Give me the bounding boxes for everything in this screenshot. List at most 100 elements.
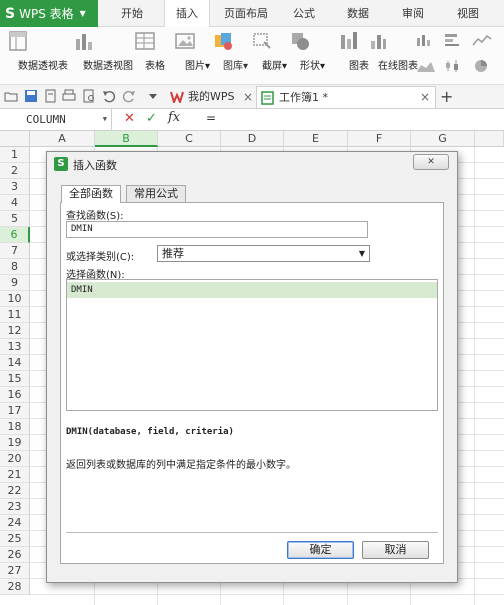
app-menu-button[interactable]: S WPS 表格 ▼ <box>0 0 98 27</box>
insert-function-icon[interactable]: fx <box>168 110 180 125</box>
table-button[interactable]: 表格 <box>133 29 165 72</box>
name-box[interactable]: COLUMN ▼ <box>0 109 112 130</box>
dialog-title-bar[interactable]: S 插入函数 ✕ <box>47 152 457 176</box>
open-folder-icon[interactable] <box>4 89 18 103</box>
wps-logo: S <box>5 5 16 22</box>
menu-tab-data[interactable]: 数据 <box>338 0 378 27</box>
column-header-d[interactable]: D <box>221 131 284 147</box>
row-header[interactable]: 16 <box>0 387 30 403</box>
cancel-button[interactable]: 取消 <box>362 541 429 559</box>
row-header[interactable]: 3 <box>0 179 30 195</box>
menu-tab-review[interactable]: 审阅 <box>393 0 433 27</box>
ok-button[interactable]: 确定 <box>287 541 354 559</box>
customize-toolbar-icon[interactable] <box>146 89 160 103</box>
redo-icon[interactable] <box>122 89 136 103</box>
list-item[interactable]: DMIN <box>67 282 437 298</box>
row-header[interactable]: 28 <box>0 579 30 595</box>
pivot-chart-button[interactable]: 数据透视图 <box>71 29 133 72</box>
save-icon[interactable] <box>24 89 38 103</box>
insert-function-dialog: S 插入函数 ✕ 全部函数 常用公式 查找函数(S): DMIN 或选择类别(C… <box>46 151 458 583</box>
column-header-a[interactable]: A <box>30 131 95 147</box>
menu-tab-formulas[interactable]: 公式 <box>284 0 324 27</box>
column-chart-icon[interactable] <box>416 33 436 47</box>
screenshot-button[interactable]: 截屏▾ <box>250 29 287 72</box>
row-header[interactable]: 13 <box>0 339 30 355</box>
row-header[interactable]: 27 <box>0 563 30 579</box>
online-chart-icon <box>371 35 386 49</box>
formula-input[interactable]: = <box>206 111 216 125</box>
divider <box>66 532 438 533</box>
line-chart-icon[interactable] <box>472 33 492 47</box>
menu-tab-page-layout[interactable]: 页面布局 <box>218 0 274 27</box>
stock-chart-icon[interactable] <box>444 59 464 73</box>
confirm-formula-icon[interactable]: ✓ <box>146 111 157 126</box>
function-syntax: DMIN(database, field, criteria) <box>66 427 234 437</box>
shapes-button[interactable]: 形状▾ <box>288 29 325 72</box>
row-header[interactable]: 2 <box>0 163 30 179</box>
row-header[interactable]: 25 <box>0 531 30 547</box>
row-header[interactable]: 20 <box>0 451 30 467</box>
close-tab-my-wps-icon[interactable]: × <box>243 86 253 108</box>
online-chart-button[interactable]: 在线图表 <box>366 29 418 72</box>
row-header[interactable]: 12 <box>0 323 30 339</box>
menu-tab-view[interactable]: 视图 <box>448 0 488 27</box>
menu-tab-home[interactable]: 开始 <box>112 0 152 27</box>
row-header[interactable]: 14 <box>0 355 30 371</box>
row-header[interactable]: 17 <box>0 403 30 419</box>
new-tab-icon[interactable]: + <box>440 86 453 108</box>
picture-button[interactable]: 图片▾ <box>173 29 210 72</box>
shapes-icon <box>292 33 309 50</box>
gallery-button[interactable]: 图库▾ <box>211 29 248 72</box>
close-tab-workbook1-icon[interactable]: × <box>420 86 430 108</box>
area-chart-icon[interactable] <box>416 59 436 73</box>
row-header[interactable]: 4 <box>0 195 30 211</box>
row-header[interactable]: 18 <box>0 419 30 435</box>
bar-chart-icon[interactable] <box>444 33 464 47</box>
search-function-input[interactable]: DMIN <box>66 221 368 238</box>
category-select[interactable]: 推荐 ▼ <box>157 245 370 262</box>
row-header[interactable]: 22 <box>0 483 30 499</box>
row-header[interactable]: 8 <box>0 259 30 275</box>
picture-icon <box>175 33 195 49</box>
cancel-formula-icon[interactable]: ✕ <box>124 111 135 126</box>
row-header[interactable]: 21 <box>0 467 30 483</box>
pivot-table-button[interactable]: 数据透视表 <box>6 29 68 72</box>
export-icon[interactable] <box>44 89 58 103</box>
row-header[interactable]: 23 <box>0 499 30 515</box>
row-header[interactable]: 24 <box>0 515 30 531</box>
print-preview-icon[interactable] <box>82 89 96 103</box>
row-header[interactable]: 19 <box>0 435 30 451</box>
function-list[interactable]: DMIN <box>66 279 438 411</box>
row-header[interactable]: 1 <box>0 147 30 163</box>
chevron-down-icon: ▼ <box>79 9 86 18</box>
row-header[interactable]: 11 <box>0 307 30 323</box>
chart-icon <box>341 32 357 49</box>
wps-w-icon <box>170 91 184 103</box>
print-icon[interactable] <box>62 89 76 103</box>
row-header[interactable]: 9 <box>0 275 30 291</box>
column-header-e[interactable]: E <box>284 131 348 147</box>
tab-common-formulas[interactable]: 常用公式 <box>126 185 186 202</box>
row-header[interactable]: 5 <box>0 211 30 227</box>
tab-all-functions[interactable]: 全部函数 <box>61 185 121 203</box>
chevron-down-icon: ▼ <box>358 249 365 258</box>
column-header-b[interactable]: B <box>95 131 158 147</box>
screenshot-icon <box>253 33 271 49</box>
close-dialog-button[interactable]: ✕ <box>413 154 449 170</box>
column-header-g[interactable]: G <box>411 131 475 147</box>
select-all-corner[interactable] <box>0 131 30 147</box>
tab-my-wps[interactable]: 我的WPS <box>166 86 246 108</box>
row-header[interactable]: 26 <box>0 547 30 563</box>
row-header[interactable]: 15 <box>0 371 30 387</box>
chart-button[interactable]: 图表 <box>337 29 369 72</box>
row-header[interactable]: 7 <box>0 243 30 259</box>
row-header[interactable]: 6 <box>0 227 30 243</box>
undo-icon[interactable] <box>102 89 116 103</box>
column-header-f[interactable]: F <box>348 131 411 147</box>
column-header-c[interactable]: C <box>158 131 221 147</box>
column-header-overflow[interactable] <box>475 131 504 147</box>
tab-workbook1[interactable]: 工作簿1 * <box>256 86 436 108</box>
menu-tab-insert[interactable]: 插入 <box>164 0 210 28</box>
pie-chart-icon[interactable] <box>472 59 492 73</box>
row-header[interactable]: 10 <box>0 291 30 307</box>
